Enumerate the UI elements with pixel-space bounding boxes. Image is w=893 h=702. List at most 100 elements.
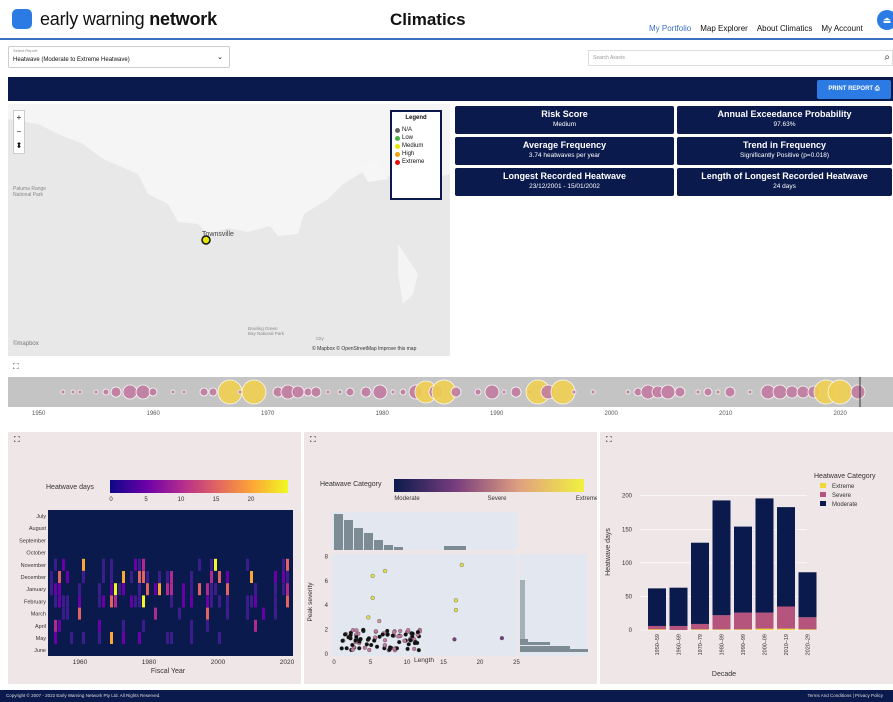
scatter-point bbox=[452, 637, 457, 642]
timeline-tick-label: 1980 bbox=[375, 411, 389, 417]
timeline-heatwave-bubble bbox=[450, 386, 462, 398]
timeline[interactable] bbox=[8, 377, 893, 407]
heatmap-cell bbox=[138, 571, 141, 583]
heatmap-x-tick: 2000 bbox=[211, 659, 226, 666]
print-report-button[interactable]: PRINT REPORT ⎙ bbox=[817, 80, 891, 99]
heatmap-cell bbox=[170, 632, 173, 644]
heatmap-cell bbox=[246, 595, 249, 608]
heatmap-cell bbox=[54, 558, 57, 571]
heatmap-cell bbox=[190, 619, 193, 632]
metric-card: Risk Score Medium bbox=[455, 106, 674, 134]
heatmap-cell bbox=[54, 632, 57, 644]
scatter-point bbox=[374, 644, 380, 649]
scatter-x-tick: 5 bbox=[369, 660, 373, 666]
scatter-point bbox=[350, 647, 355, 652]
month-label: March bbox=[31, 612, 46, 618]
scatter-point bbox=[412, 641, 417, 646]
footer: Copyright © 2007 - 2022 Early Warning Ne… bbox=[0, 690, 893, 702]
heatmap-cell bbox=[58, 595, 61, 608]
expand-icon[interactable]: ⛶ bbox=[605, 435, 612, 444]
map-canvas[interactable] bbox=[8, 104, 450, 356]
search-input[interactable]: Search Assets ⌕ bbox=[588, 50, 893, 66]
heatmap-cell bbox=[246, 558, 249, 571]
heatmap-cell bbox=[214, 558, 217, 571]
timeline-heatwave-bubble bbox=[60, 389, 66, 395]
heatmap-cell bbox=[142, 595, 145, 608]
timeline-tick-label: 2010 bbox=[719, 411, 733, 417]
scatter-y-tick: 6 bbox=[325, 579, 329, 585]
scatter-point bbox=[354, 628, 359, 633]
map[interactable] bbox=[8, 104, 450, 356]
scatter-point bbox=[412, 646, 417, 651]
heatmap-cell bbox=[98, 619, 101, 632]
heatmap-cell bbox=[166, 632, 169, 644]
histogram-top-bar bbox=[334, 514, 343, 550]
mapbox-logo: ©mapbox bbox=[13, 341, 39, 347]
scatter-point bbox=[361, 627, 366, 632]
logout-icon[interactable]: ⏏ bbox=[877, 10, 893, 30]
zoom-in-button[interactable]: + bbox=[14, 111, 24, 125]
scatter-point bbox=[340, 638, 345, 643]
timeline-heatwave-bubble bbox=[70, 389, 76, 395]
bar-moderate bbox=[798, 572, 817, 618]
month-label: December bbox=[21, 575, 47, 581]
scatter-x-tick: 20 bbox=[477, 660, 484, 666]
scatter-y-tick: 2 bbox=[325, 628, 329, 634]
timeline-heatwave-bubble bbox=[325, 389, 331, 395]
scatter-point bbox=[366, 615, 371, 620]
map-attribution[interactable]: © Mapbox © OpenStreetMap Improve this ma… bbox=[312, 346, 416, 352]
compass-icon[interactable]: ⬍ bbox=[14, 139, 24, 153]
scatter-point bbox=[406, 628, 411, 633]
scatter-x-tick: 25 bbox=[513, 660, 520, 666]
month-label: January bbox=[26, 587, 46, 593]
bar-moderate bbox=[712, 500, 731, 616]
metric-card: Average Frequency 3.74 heatwaves per year bbox=[455, 137, 674, 165]
y-tick-label: 150 bbox=[622, 527, 633, 533]
histogram-top-bar bbox=[374, 540, 383, 550]
histogram-right-bar bbox=[520, 649, 588, 652]
scatter-point bbox=[396, 634, 401, 639]
histogram-top-bar bbox=[384, 545, 393, 550]
expand-icon[interactable]: ⛶ bbox=[13, 435, 20, 444]
heatmap-cell bbox=[286, 583, 289, 596]
expand-icon[interactable]: ⛶ bbox=[309, 435, 316, 444]
heatmap-cell bbox=[134, 595, 137, 608]
scatter-point bbox=[339, 646, 344, 651]
nav-about-climatics[interactable]: About Climatics bbox=[757, 24, 813, 33]
scatter-point bbox=[382, 638, 388, 643]
colorbar-title: Heatwave Category bbox=[320, 481, 382, 488]
month-label: October bbox=[26, 551, 46, 557]
heatmap-cell bbox=[190, 595, 193, 608]
legend-label: Extreme bbox=[402, 159, 425, 165]
zoom-out-button[interactable]: − bbox=[14, 125, 24, 139]
footer-links[interactable]: Terms And Conditions | Privacy Policy bbox=[808, 690, 883, 702]
nav-map-explorer[interactable]: Map Explorer bbox=[700, 24, 748, 33]
heatmap-cell bbox=[206, 619, 209, 632]
heatmap-cell bbox=[170, 595, 173, 608]
heatmap-cell bbox=[70, 632, 73, 644]
bar-severe bbox=[669, 625, 688, 630]
nav-my-account[interactable]: My Account bbox=[821, 24, 862, 33]
heatmap-cell bbox=[78, 607, 81, 620]
timeline-heatwave-bubble bbox=[474, 388, 482, 396]
nav-my-portfolio[interactable]: My Portfolio bbox=[649, 24, 691, 33]
scatter-point bbox=[416, 648, 421, 653]
heatmap-cell bbox=[190, 632, 193, 644]
timeline-heatwave-bubble bbox=[625, 389, 631, 395]
heatmap-cell bbox=[54, 583, 57, 596]
search-icon[interactable]: ⌕ bbox=[884, 52, 890, 63]
metric-title: Annual Exceedance Probability bbox=[717, 109, 852, 119]
heatmap-cell bbox=[110, 558, 113, 571]
heatmap-cell bbox=[82, 558, 85, 571]
metric-title: Trend in Frequency bbox=[742, 140, 827, 150]
timeline-heatwave-bubble bbox=[590, 389, 596, 395]
search-placeholder: Search Assets bbox=[593, 55, 625, 61]
scatter-y-label: Peak severity bbox=[307, 582, 314, 622]
timeline-heatwave-bubble bbox=[550, 379, 576, 405]
report-select[interactable]: Select Report Heatwave (Moderate to Extr… bbox=[8, 46, 230, 68]
timeline-heatwave-bubble bbox=[399, 388, 407, 396]
heatmap-cell bbox=[102, 558, 105, 571]
expand-icon[interactable]: ⛶ bbox=[13, 362, 19, 372]
bar-moderate bbox=[648, 588, 666, 626]
app-title: Climatics bbox=[390, 10, 466, 29]
